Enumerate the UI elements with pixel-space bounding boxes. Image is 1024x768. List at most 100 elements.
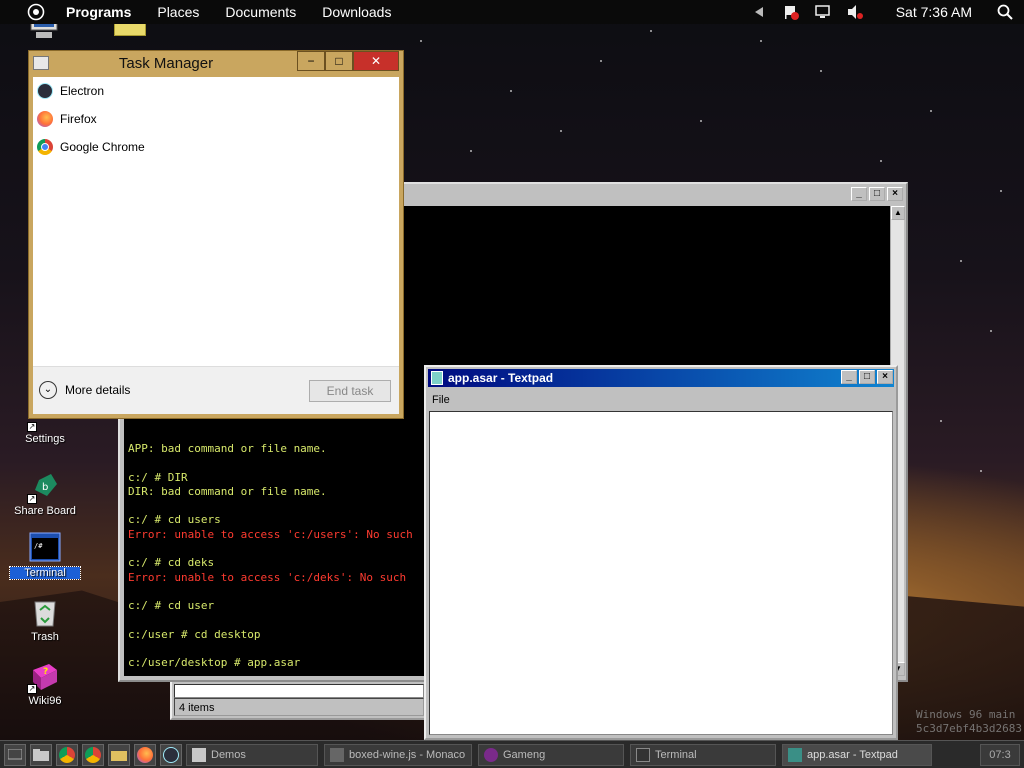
image-icon	[192, 747, 206, 762]
maximize-button[interactable]: □	[325, 51, 353, 71]
terminal-line: c:/ # cd users	[128, 513, 221, 527]
process-item[interactable]: Electron	[37, 79, 104, 103]
chrome-icon	[37, 139, 53, 155]
share-board-icon: b ↗	[27, 470, 61, 504]
textpad-editor[interactable]	[429, 411, 893, 735]
task-manager-footer: ⌄ More details End task	[33, 366, 399, 414]
process-item[interactable]: Firefox	[37, 107, 97, 131]
process-list: Electron Firefox Google Chrome ⌄ More de…	[33, 77, 399, 414]
taskbar-button-gameng[interactable]: Gameng	[478, 743, 624, 766]
desktop-icon-label: Wiki96	[28, 695, 62, 707]
more-details-label: More details	[65, 383, 131, 397]
arrow-left-icon[interactable]	[750, 4, 768, 20]
start-logo-icon[interactable]	[24, 1, 48, 23]
taskbar-button-label: Gameng	[503, 748, 546, 761]
process-item[interactable]: Google Chrome	[37, 135, 145, 159]
desktop-icon-terminal[interactable]: /# Terminal	[9, 532, 81, 580]
file-manager-icon[interactable]	[30, 743, 52, 766]
taskbar-button-demos[interactable]: Demos	[186, 743, 318, 766]
menu-places[interactable]: Places	[157, 4, 199, 20]
menu-documents[interactable]: Documents	[225, 4, 296, 20]
maximize-button[interactable]: □	[859, 370, 875, 384]
chrome-icon[interactable]	[82, 743, 104, 766]
editor-icon	[330, 747, 344, 762]
search-icon[interactable]	[996, 4, 1014, 20]
trash-icon	[29, 596, 61, 628]
taskbar: Demos boxed-wine.js - Monaco Gameng Term…	[0, 740, 1024, 768]
menu-downloads[interactable]: Downloads	[322, 4, 391, 20]
explorer-status: 4 items	[174, 698, 424, 716]
terminal-line: c:/ # cd user	[128, 599, 215, 613]
terminal-output: APP: bad command or file name. c:/ # DIR D…	[128, 442, 413, 676]
close-button[interactable]: ×	[877, 370, 893, 384]
desktop-icon-share-board[interactable]: b ↗ Share Board	[10, 470, 80, 517]
terminal-error-line: Error: unable to access 'c:/deks': No su…	[128, 570, 407, 584]
close-button[interactable]: ×	[887, 187, 903, 201]
watermark-line: Windows 96 main	[916, 708, 1016, 721]
close-button[interactable]: ✕	[353, 51, 399, 71]
game-icon	[484, 747, 498, 762]
desktop-icon-wiki96[interactable]: ? ↗ Wiki96	[10, 660, 80, 707]
version-watermark: Windows 96 main 5c3d7ebf4b3d2683	[916, 708, 1022, 736]
maximize-button[interactable]: □	[869, 187, 885, 201]
svg-text:b: b	[42, 482, 48, 493]
show-desktop-icon[interactable]	[4, 743, 26, 766]
desktop-icon-label: Share Board	[14, 505, 76, 517]
firefox-icon[interactable]	[134, 743, 156, 766]
terminal-line: DIR: bad command or file name.	[128, 484, 327, 498]
terminal-error-line: Error: unable to access 'c:/users': No s…	[128, 527, 413, 541]
task-manager-window[interactable]: Task Manager − □ ✕ Electron Firefox Goog…	[28, 50, 404, 419]
menu-programs[interactable]: Programs	[66, 4, 131, 20]
textpad-titlebar[interactable]: app.asar - Textpad _ □ ×	[428, 369, 894, 387]
terminal-icon	[636, 747, 650, 762]
minimize-button[interactable]: −	[297, 51, 325, 71]
desktop-icon-trash[interactable]: Trash	[10, 596, 80, 643]
watermark-line: 5c3d7ebf4b3d2683	[916, 722, 1022, 735]
svg-text:/#: /#	[34, 542, 43, 550]
minimize-button[interactable]: _	[851, 187, 867, 201]
explorer-window[interactable]: 4 items	[170, 680, 428, 720]
explorer-content	[174, 684, 424, 698]
clock-label[interactable]: Sat 7:36 AM	[896, 4, 972, 20]
textpad-icon	[788, 747, 802, 762]
taskbar-button-monaco[interactable]: boxed-wine.js - Monaco	[324, 743, 472, 766]
window-title: app.asar - Textpad	[448, 371, 554, 385]
volume-muted-icon[interactable]	[846, 4, 864, 20]
taskbar-button-terminal[interactable]: Terminal	[630, 743, 776, 766]
more-details-toggle[interactable]: ⌄ More details	[39, 381, 130, 399]
process-name: Electron	[60, 84, 105, 98]
taskbar-button-label: Terminal	[655, 748, 697, 761]
taskbar-button-textpad[interactable]: app.asar - Textpad	[782, 743, 932, 766]
textpad-menubar: File	[430, 391, 450, 409]
top-panel: Programs Places Documents Downloads Sat …	[0, 0, 1024, 24]
terminal-line: c:/user/desktop # app.asar	[128, 656, 301, 670]
electron-icon[interactable]	[160, 743, 182, 766]
minimize-button[interactable]: _	[841, 370, 857, 384]
taskbar-clock[interactable]: 07:3	[980, 744, 1020, 766]
textpad-window[interactable]: app.asar - Textpad _ □ × File	[424, 365, 898, 740]
folder-icon[interactable]	[108, 743, 130, 766]
taskbar-button-label: Demos	[211, 748, 246, 761]
window-title: Task Manager	[118, 55, 214, 72]
desktop-icon-label: Settings	[25, 433, 65, 445]
process-name: Google Chrome	[60, 140, 145, 154]
desktop-icon-label: Terminal	[9, 566, 81, 580]
wiki-book-icon: ? ↗	[27, 660, 61, 694]
chrome-icon[interactable]	[56, 743, 78, 766]
flag-icon[interactable]	[782, 4, 800, 20]
end-task-button[interactable]: End task	[309, 380, 391, 402]
terminal-line: c:/ # DIR	[128, 470, 188, 484]
process-name: Firefox	[60, 112, 97, 126]
firefox-icon	[37, 111, 53, 127]
scroll-up-icon[interactable]: ▲	[891, 206, 905, 220]
task-manager-titlebar[interactable]: Task Manager − □ ✕	[29, 51, 403, 77]
menu-file[interactable]: File	[432, 394, 450, 406]
network-icon[interactable]	[814, 4, 832, 20]
electron-icon	[37, 83, 53, 99]
